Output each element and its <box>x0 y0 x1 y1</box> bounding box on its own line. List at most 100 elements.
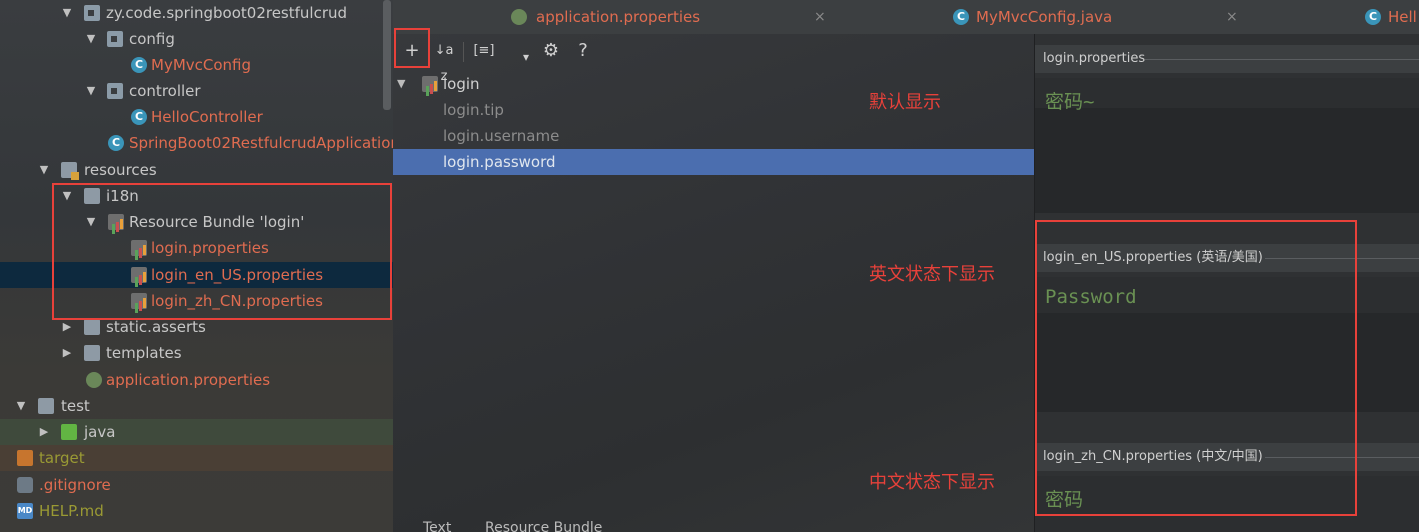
locale-file-label: login_zh_CN.properties (中文/中国) <box>1043 449 1263 464</box>
package-icon <box>84 5 100 21</box>
header-rule <box>1265 457 1419 458</box>
toolbar-separator <box>463 42 464 62</box>
tree-item-label: target <box>39 449 85 467</box>
project-tree[interactable]: ▼ zy.code.springboot02restfulcrud ▼ conf… <box>0 0 393 532</box>
tree-item-controller[interactable]: ▼ controller <box>0 78 393 104</box>
header-rule <box>1145 59 1419 60</box>
spring-properties-icon <box>86 372 102 388</box>
tree-item-label: HelloController <box>151 108 263 126</box>
tree-item-label: HELP.md <box>39 502 104 520</box>
tree-item-java[interactable]: ▶ java <box>0 419 393 445</box>
sort-alphabetically-button[interactable]: ↓a z <box>431 38 457 84</box>
tab-mymvcconfig[interactable]: C MyMvcConfig.java × <box>953 0 1243 34</box>
tree-item-label: java <box>84 423 116 441</box>
bundle-key-label: login.password <box>443 153 556 171</box>
tree-item-i18n[interactable]: ▼ i18n <box>0 183 393 209</box>
close-icon[interactable]: × <box>814 0 826 34</box>
property-value[interactable]: 密码~ <box>1045 87 1094 114</box>
folder-icon <box>84 319 100 335</box>
tab-hello[interactable]: C Hell <box>1365 0 1419 34</box>
tree-item-application-class[interactable]: C SpringBoot02RestfulcrudApplication <box>0 130 393 156</box>
tree-item-templates[interactable]: ▶ templates <box>0 340 393 366</box>
editor-band <box>1035 313 1419 412</box>
editor-bottom-tabs: Text Resource Bundle <box>393 520 1034 532</box>
expand-arrow-icon[interactable]: ▼ <box>84 78 98 104</box>
expand-arrow-icon[interactable]: ▼ <box>60 0 74 26</box>
annotation-default: 默认显示 <box>869 92 941 113</box>
gear-icon[interactable]: ⚙ <box>538 38 564 64</box>
properties-file-icon <box>131 267 147 283</box>
tree-item-gitignore[interactable]: .gitignore <box>0 472 393 498</box>
chevron-down-icon[interactable]: ▾ <box>513 44 539 70</box>
tree-item-login-en-us[interactable]: login_en_US.properties <box>0 262 393 288</box>
property-value[interactable]: Password <box>1045 286 1137 308</box>
tab-label: MyMvcConfig.java <box>976 8 1113 26</box>
value-editor-zh-cn[interactable]: 密码 <box>1035 476 1419 532</box>
tab-resource-bundle[interactable]: Resource Bundle <box>485 520 602 532</box>
properties-file-icon <box>131 293 147 309</box>
markdown-file-icon: MD <box>17 503 33 519</box>
tree-item-label: controller <box>129 82 201 100</box>
expand-arrow-icon[interactable]: ▶ <box>37 419 51 445</box>
tree-item-login-zh-cn[interactable]: login_zh_CN.properties <box>0 288 393 314</box>
gitignore-file-icon <box>17 477 33 493</box>
add-property-button[interactable]: + <box>399 38 425 64</box>
expand-arrow-icon[interactable]: ▼ <box>60 183 74 209</box>
tab-text[interactable]: Text <box>423 520 451 532</box>
tree-item-label: resources <box>84 161 157 179</box>
tab-application-properties[interactable]: application.properties × <box>511 0 831 34</box>
expand-arrow-icon[interactable]: ▼ <box>37 157 51 183</box>
tree-scrollbar[interactable] <box>383 0 391 110</box>
class-icon: C <box>131 57 147 73</box>
tree-item-target[interactable]: target <box>0 445 393 471</box>
properties-file-icon <box>131 240 147 256</box>
tree-item-resources[interactable]: ▼ resources <box>0 157 393 183</box>
expand-arrow-icon[interactable]: ▶ <box>60 314 74 340</box>
tree-item-static-asserts[interactable]: ▶ static.asserts <box>0 314 393 340</box>
section-header-zh-cn: login_zh_CN.properties (中文/中国) <box>1035 443 1419 471</box>
folder-icon <box>84 188 100 204</box>
excluded-folder-icon <box>17 450 33 466</box>
tab-label: application.properties <box>536 8 701 26</box>
tree-item-config[interactable]: ▼ config <box>0 26 393 52</box>
spring-class-icon: C <box>108 135 124 151</box>
tree-item-hellocontroller[interactable]: C HelloController <box>0 104 393 130</box>
tree-item-application-properties[interactable]: application.properties <box>0 367 393 393</box>
locale-values-panel: login.properties 密码~ login_en_US.propert… <box>1035 34 1419 532</box>
tree-item-mymvcconfig[interactable]: C MyMvcConfig <box>0 52 393 78</box>
tree-item-label: test <box>61 397 90 415</box>
group-by-prefix-button[interactable]: [≡] <box>471 38 497 64</box>
expand-arrow-icon[interactable]: ▶ <box>60 340 74 366</box>
annotation-chinese: 中文状态下显示 <box>869 472 995 493</box>
tree-item-package[interactable]: ▼ zy.code.springboot02restfulcrud <box>0 0 393 26</box>
tree-item-label: MyMvcConfig <box>151 56 252 74</box>
value-editor-en-us[interactable]: Password <box>1035 277 1419 412</box>
close-icon[interactable]: × <box>1226 0 1238 34</box>
tree-item-help-md[interactable]: MD HELP.md <box>0 498 393 524</box>
folder-icon <box>84 345 100 361</box>
tree-item-resource-bundle[interactable]: ▼ Resource Bundle 'login' <box>0 209 393 235</box>
expand-arrow-icon[interactable]: ▼ <box>84 209 98 235</box>
header-rule <box>1265 258 1419 259</box>
tree-item-label: zy.code.springboot02restfulcrud <box>106 4 348 22</box>
section-header-default: login.properties <box>1035 45 1419 73</box>
tree-item-label: config <box>129 30 175 48</box>
bundle-key-label: login.tip <box>443 101 504 119</box>
editor-tab-bar: application.properties × C MyMvcConfig.j… <box>393 0 1419 35</box>
value-editor-default[interactable]: 密码~ <box>1035 78 1419 213</box>
resources-folder-icon <box>61 162 79 180</box>
test-source-folder-icon <box>61 424 77 440</box>
locale-file-label: login_en_US.properties (英语/美国) <box>1043 250 1263 265</box>
tree-item-label: login_en_US.properties <box>151 266 324 284</box>
tree-item-login-properties[interactable]: login.properties <box>0 235 393 261</box>
tree-item-test[interactable]: ▼ test <box>0 393 393 419</box>
expand-arrow-icon[interactable]: ▼ <box>14 393 28 419</box>
expand-arrow-icon[interactable]: ▼ <box>84 26 98 52</box>
bundle-key-row-selected[interactable]: login.password <box>393 149 1034 175</box>
expand-arrow-icon[interactable]: ▼ <box>397 71 405 97</box>
class-icon: C <box>1365 9 1381 25</box>
section-header-en-us: login_en_US.properties (英语/美国) <box>1035 244 1419 272</box>
property-value[interactable]: 密码 <box>1045 485 1083 512</box>
help-icon[interactable]: ? <box>570 38 596 64</box>
bundle-key-row[interactable]: login.username <box>393 123 1034 149</box>
